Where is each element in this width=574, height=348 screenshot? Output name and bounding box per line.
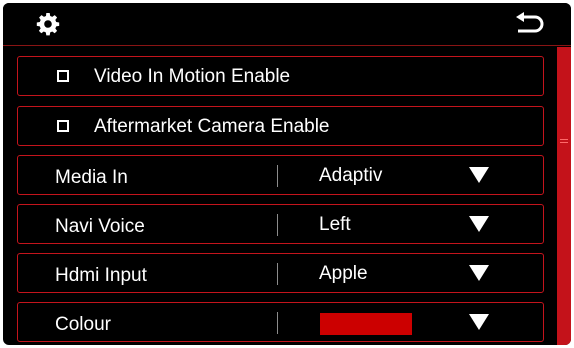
divider [277, 165, 278, 187]
scrollbar[interactable] [557, 47, 571, 345]
divider [277, 312, 278, 334]
video-in-motion-row[interactable]: Video In Motion Enable [17, 56, 544, 96]
media-in-label: Media In [55, 167, 128, 188]
aftermarket-camera-checkbox[interactable] [57, 120, 69, 132]
navi-voice-value: Left [319, 214, 351, 235]
scroll-grip[interactable] [560, 139, 568, 140]
divider [277, 214, 278, 236]
dropdown-arrow-icon[interactable] [469, 167, 489, 183]
navi-voice-label: Navi Voice [55, 216, 145, 237]
hdmi-input-value: Apple [319, 263, 368, 284]
hdmi-input-label: Hdmi Input [55, 265, 147, 286]
gear-icon[interactable] [36, 12, 60, 36]
navi-voice-row[interactable]: Navi Voice Left [17, 204, 544, 244]
back-arrow-icon[interactable] [513, 12, 545, 36]
video-in-motion-checkbox[interactable] [57, 70, 69, 82]
dropdown-arrow-icon[interactable] [469, 314, 489, 330]
divider [277, 263, 278, 285]
hdmi-input-row[interactable]: Hdmi Input Apple [17, 253, 544, 293]
media-in-value: Adaptiv [319, 165, 383, 186]
dropdown-arrow-icon[interactable] [469, 265, 489, 281]
colour-label: Colour [55, 314, 111, 335]
dropdown-arrow-icon[interactable] [469, 216, 489, 232]
media-in-row[interactable]: Media In Adaptiv [17, 155, 544, 195]
settings-list: Video In Motion Enable Aftermarket Camer… [3, 46, 571, 345]
colour-row[interactable]: Colour [17, 302, 544, 342]
top-bar [3, 3, 571, 46]
aftermarket-camera-row[interactable]: Aftermarket Camera Enable [17, 106, 544, 146]
settings-screen: Video In Motion Enable Aftermarket Camer… [3, 3, 571, 345]
aftermarket-camera-label: Aftermarket Camera Enable [94, 116, 330, 137]
video-in-motion-label: Video In Motion Enable [94, 66, 291, 87]
colour-swatch [320, 313, 412, 335]
